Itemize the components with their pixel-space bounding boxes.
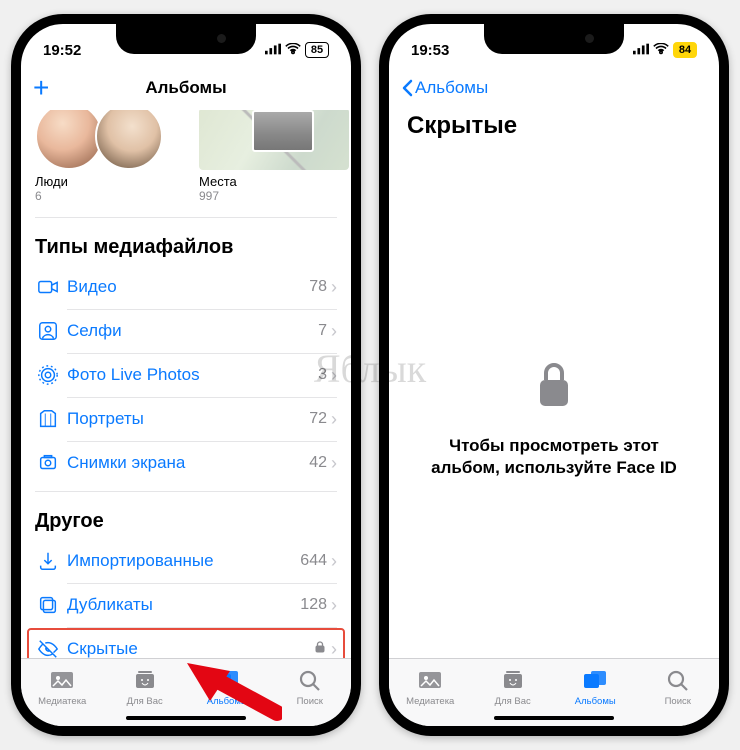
back-label: Альбомы <box>415 78 488 98</box>
chevron-right-icon: › <box>331 595 337 616</box>
avatar <box>35 110 103 170</box>
screenshot-icon <box>35 452 61 474</box>
wifi-icon <box>285 42 301 59</box>
row-label: Видео <box>67 277 309 297</box>
album-count: 6 <box>35 189 185 203</box>
album-label: Места <box>199 174 349 189</box>
signal-icon <box>265 42 281 59</box>
album-label: Люди <box>35 174 185 189</box>
avatar <box>95 110 163 170</box>
chevron-right-icon: › <box>331 453 337 474</box>
signal-icon <box>633 42 649 59</box>
tab-icon <box>417 669 443 694</box>
add-button[interactable]: + <box>33 74 49 102</box>
tab-icon <box>582 669 608 694</box>
row-count: 3 <box>318 366 327 384</box>
notch <box>116 24 256 54</box>
tab-label: Альбомы <box>575 696 616 707</box>
row-label: Селфи <box>67 321 318 341</box>
row-label: Дубликаты <box>67 595 300 615</box>
list-row-import[interactable]: Импортированные644› <box>21 539 351 583</box>
tab-icon <box>665 669 691 694</box>
tab-0[interactable]: Медиатека <box>21 659 104 710</box>
back-button[interactable]: Альбомы <box>401 78 488 98</box>
hidden-icon <box>35 638 61 658</box>
album-count: 997 <box>199 189 349 203</box>
status-time: 19:52 <box>43 42 81 59</box>
locked-message: Чтобы просмотреть этот альбом, используй… <box>419 435 689 479</box>
battery-icon: 84 <box>673 42 697 58</box>
tab-label: Поиск <box>297 696 323 707</box>
page-title: Скрытые <box>389 108 719 144</box>
tab-label: Поиск <box>665 696 691 707</box>
battery-icon: 85 <box>305 42 329 58</box>
chevron-right-icon: › <box>331 365 337 386</box>
tab-1[interactable]: Для Вас <box>472 659 555 710</box>
video-icon <box>35 276 61 298</box>
tab-label: Медиатека <box>406 696 454 707</box>
row-count: 7 <box>318 322 327 340</box>
nav-bar: Альбомы <box>389 68 719 108</box>
row-count: 128 <box>300 596 327 614</box>
tab-2[interactable]: Альбомы <box>186 659 269 710</box>
live-icon <box>35 364 61 386</box>
row-label: Портреты <box>67 409 309 429</box>
tab-icon <box>214 669 240 694</box>
tab-label: Медиатека <box>38 696 86 707</box>
chevron-right-icon: › <box>331 639 337 659</box>
lock-icon <box>313 640 327 659</box>
tab-icon <box>49 669 75 694</box>
row-count: 78 <box>309 278 327 296</box>
list-row-portrait[interactable]: Портреты72› <box>21 397 351 441</box>
tab-3[interactable]: Поиск <box>269 659 352 710</box>
tab-0[interactable]: Медиатека <box>389 659 472 710</box>
map-thumbnail <box>199 110 349 170</box>
tab-3[interactable]: Поиск <box>637 659 720 710</box>
album-places[interactable]: Места 997 <box>199 110 349 203</box>
list-row-duplicate[interactable]: Дубликаты128› <box>21 583 351 627</box>
selfie-icon <box>35 320 61 342</box>
tab-label: Для Вас <box>495 696 531 707</box>
row-count: 644 <box>300 552 327 570</box>
portrait-icon <box>35 408 61 430</box>
list-row-live[interactable]: Фото Live Photos3› <box>21 353 351 397</box>
status-time: 19:53 <box>411 42 449 59</box>
tab-icon <box>500 669 526 694</box>
section-media-types: Типы медиафайлов <box>21 218 351 265</box>
phone-left: 19:52 85 + Альбомы <box>11 14 361 736</box>
chevron-right-icon: › <box>331 409 337 430</box>
nav-title: Альбомы <box>145 78 226 98</box>
row-label: Фото Live Photos <box>67 365 318 385</box>
row-count: 42 <box>309 454 327 472</box>
list-row-video[interactable]: Видео78› <box>21 265 351 309</box>
wifi-icon <box>653 42 669 59</box>
album-people[interactable]: Люди 6 <box>35 110 185 203</box>
tab-icon <box>132 669 158 694</box>
duplicate-icon <box>35 594 61 616</box>
tab-label: Для Вас <box>127 696 163 707</box>
row-count: 72 <box>309 410 327 428</box>
row-label: Импортированные <box>67 551 300 571</box>
tab-2[interactable]: Альбомы <box>554 659 637 710</box>
chevron-right-icon: › <box>331 277 337 298</box>
row-label: Скрытые <box>67 639 313 658</box>
list-row-selfie[interactable]: Селфи7› <box>21 309 351 353</box>
list-row-hidden[interactable]: Скрытые › <box>21 627 351 658</box>
list-row-screenshot[interactable]: Снимки экрана42› <box>21 441 351 485</box>
chevron-right-icon: › <box>331 551 337 572</box>
nav-bar: + Альбомы <box>21 68 351 108</box>
tab-label: Альбомы <box>207 696 248 707</box>
home-indicator <box>494 716 614 720</box>
tab-1[interactable]: Для Вас <box>104 659 187 710</box>
row-label: Снимки экрана <box>67 453 309 473</box>
lock-icon <box>533 360 575 417</box>
phone-right: 19:53 84 Альбомы Скрытые <box>379 14 729 736</box>
notch <box>484 24 624 54</box>
tab-icon <box>297 669 323 694</box>
chevron-right-icon: › <box>331 321 337 342</box>
import-icon <box>35 550 61 572</box>
home-indicator <box>126 716 246 720</box>
section-other: Другое <box>21 492 351 539</box>
